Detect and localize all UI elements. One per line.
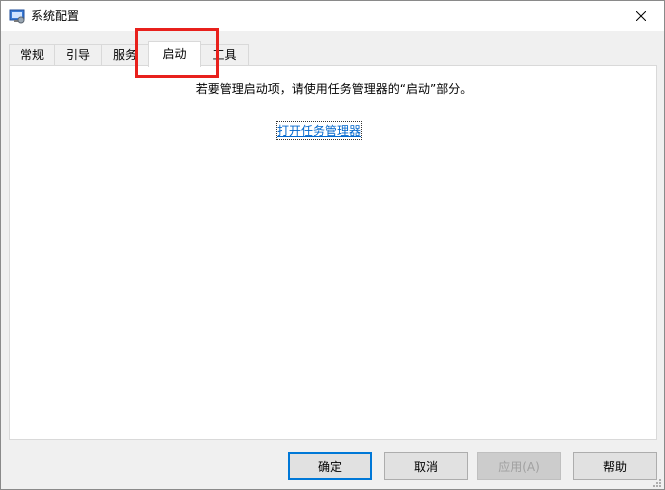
apply-button[interactable]: 应用(A) [477, 452, 561, 480]
ok-button[interactable]: 确定 [288, 452, 372, 480]
tab-services[interactable]: 服务 [101, 44, 149, 65]
system-config-window: 系统配置 常规 引导 服务 启动 工具 若要管理启动项，请使用任务管理器的“启动… [0, 0, 665, 490]
startup-message: 若要管理启动项，请使用任务管理器的“启动”部分。 [195, 82, 473, 96]
window-title: 系统配置 [31, 9, 80, 23]
open-task-manager-link[interactable]: 打开任务管理器 [275, 121, 363, 140]
tab-startup[interactable]: 启动 [148, 41, 201, 67]
tab-boot[interactable]: 引导 [54, 44, 102, 65]
close-button[interactable] [618, 1, 664, 31]
resize-grip-icon[interactable] [652, 477, 662, 487]
tab-general[interactable]: 常规 [9, 44, 55, 65]
title-bar[interactable]: 系统配置 [1, 1, 664, 31]
close-icon [636, 11, 646, 21]
tab-tools[interactable]: 工具 [200, 44, 249, 65]
help-button[interactable]: 帮助 [573, 452, 657, 480]
startup-panel: 若要管理启动项，请使用任务管理器的“启动”部分。 打开任务管理器 [9, 65, 657, 440]
tab-strip: 常规 引导 服务 启动 工具 [9, 41, 659, 67]
cancel-button[interactable]: 取消 [384, 452, 468, 480]
system-config-icon [9, 8, 25, 24]
